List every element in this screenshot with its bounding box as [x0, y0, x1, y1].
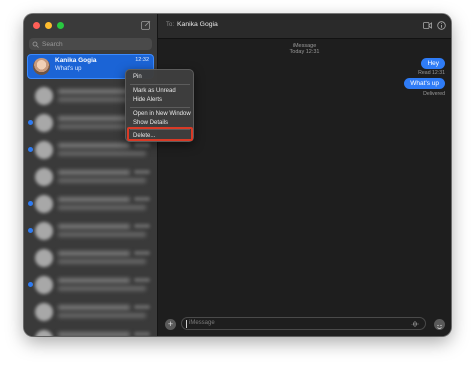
conversation-preview-redacted: [58, 286, 146, 291]
conversation-name-redacted: [58, 143, 130, 148]
avatar: [35, 195, 53, 213]
conversation-preview-redacted: [58, 259, 146, 264]
conversation-name-redacted: [58, 278, 130, 283]
conversation-name-redacted: [58, 170, 130, 175]
apps-plus-button[interactable]: +: [165, 319, 176, 330]
message-input[interactable]: iMessage: [181, 317, 426, 330]
menu-item-pin[interactable]: Pin: [133, 74, 142, 80]
info-icon[interactable]: [437, 21, 446, 30]
menu-separator: [130, 107, 190, 108]
avatar: [33, 58, 50, 75]
avatar: [35, 168, 53, 186]
conversation-time-redacted: [134, 305, 150, 309]
conversation-item[interactable]: [24, 191, 157, 217]
conversation-item[interactable]: [24, 299, 157, 325]
recipient-name[interactable]: Kanika Gogia: [177, 21, 218, 28]
conversation-name-redacted: [58, 332, 130, 336]
conversation-time-redacted: [134, 332, 150, 336]
unread-indicator: [28, 120, 33, 125]
sidebar: Search Kanika Gogia What's up 12:32: [24, 14, 158, 336]
audio-waveform-icon[interactable]: [411, 320, 419, 328]
avatar: [35, 87, 53, 105]
conversation-name-redacted: [58, 116, 130, 121]
service-timestamp: Today 12:31: [289, 49, 320, 55]
menu-item-mark-unread[interactable]: Mark as Unread: [133, 88, 176, 94]
conversation-preview-redacted: [58, 178, 146, 183]
conversation-preview: What's up: [55, 66, 82, 72]
close-window-button[interactable]: [33, 22, 40, 29]
chat-header: To: Kanika Gogia: [158, 14, 451, 39]
delivered-status: Delivered: [423, 91, 445, 97]
conversation-preview-redacted: [58, 205, 146, 210]
messages-window: Search Kanika Gogia What's up 12:32 To: …: [24, 14, 451, 336]
avatar: [35, 141, 53, 159]
conversation-time-redacted: [134, 224, 150, 228]
conversation-time-redacted: [134, 278, 150, 282]
conversation-name-redacted: [58, 305, 130, 310]
unread-indicator: [28, 282, 33, 287]
search-placeholder: Search: [42, 40, 63, 48]
conversation-preview-redacted: [58, 232, 146, 237]
composer-bar: + iMessage: [158, 314, 451, 336]
minimize-window-button[interactable]: [45, 22, 52, 29]
text-cursor: [186, 320, 187, 328]
conversation-time-redacted: [134, 170, 150, 174]
unread-indicator: [28, 228, 33, 233]
zoom-window-button[interactable]: [57, 22, 64, 29]
conversation-item[interactable]: [24, 164, 157, 190]
conversation-preview-redacted: [58, 313, 146, 318]
avatar: [35, 222, 53, 240]
conversation-name: Kanika Gogia: [55, 57, 97, 64]
menu-item-hide-alerts[interactable]: Hide Alerts: [133, 97, 162, 103]
conversation-time-redacted: [134, 197, 150, 201]
conversation-item[interactable]: [24, 272, 157, 298]
message-bubble-outgoing[interactable]: Hey: [421, 58, 445, 69]
window-controls: [33, 22, 64, 29]
to-label: To:: [166, 22, 175, 28]
read-receipt: Read 12:31: [418, 70, 445, 76]
search-icon: [32, 41, 39, 48]
emoji-icon: [437, 324, 442, 329]
avatar: [35, 330, 53, 336]
menu-item-open-new-window[interactable]: Open in New Window: [133, 111, 191, 117]
search-field[interactable]: Search: [29, 38, 152, 50]
conversation-name-redacted: [58, 224, 130, 229]
menu-separator: [130, 84, 190, 85]
conversation-time-redacted: [134, 251, 150, 255]
message-bubble-outgoing[interactable]: What's up: [404, 78, 445, 89]
chat-pane: To: Kanika Gogia iMessage Today 12:31 He…: [158, 14, 451, 336]
conversation-time-redacted: [134, 143, 150, 147]
unread-indicator: [28, 201, 33, 206]
conversation-name-redacted: [58, 197, 130, 202]
avatar: [35, 303, 53, 321]
conversation-name-redacted: [58, 251, 130, 256]
conversation-preview-redacted: [58, 151, 146, 156]
conversation-name-redacted: [58, 89, 130, 94]
video-call-icon[interactable]: [423, 22, 432, 29]
conversation-time: 12:32: [135, 57, 149, 63]
avatar: [35, 114, 53, 132]
unread-indicator: [28, 147, 33, 152]
conversation-item[interactable]: [24, 218, 157, 244]
delete-highlight-box: [127, 127, 193, 141]
conversation-item[interactable]: [24, 326, 157, 336]
compose-icon[interactable]: [141, 20, 151, 30]
avatar: [35, 249, 53, 267]
emoji-button[interactable]: [434, 319, 445, 330]
message-placeholder: iMessage: [189, 320, 215, 326]
avatar: [35, 276, 53, 294]
menu-item-show-details[interactable]: Show Details: [133, 120, 168, 126]
conversation-item[interactable]: [24, 245, 157, 271]
